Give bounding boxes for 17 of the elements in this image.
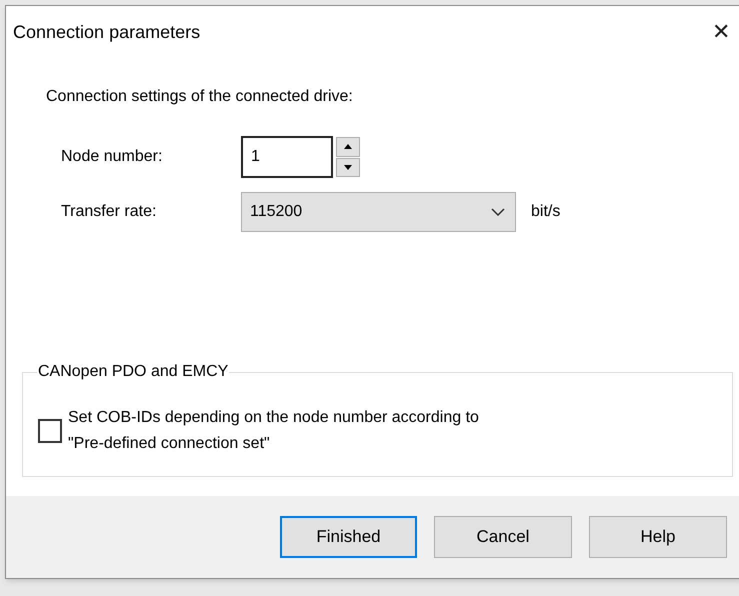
dialog-button[interactable]: Cancel bbox=[434, 516, 572, 558]
field-label: Transfer rate: bbox=[61, 202, 158, 222]
checkbox[interactable] bbox=[38, 419, 62, 443]
node-number-field[interactable]: 1 bbox=[241, 136, 333, 178]
checkbox-label: Set COB-IDs depending on the node number according to "Pre-defined connection set" bbox=[68, 408, 479, 454]
close-button[interactable]: ✕ bbox=[706, 17, 736, 47]
window-title: Connection parameters bbox=[13, 20, 200, 44]
unit-label: bit/s bbox=[531, 202, 560, 222]
dialog-button[interactable]: Finished bbox=[280, 516, 417, 558]
dialog-button[interactable]: Help bbox=[589, 516, 727, 558]
field-label: Node number: bbox=[61, 147, 164, 167]
chevron-down-icon bbox=[491, 208, 505, 216]
spinner-control[interactable] bbox=[336, 137, 360, 177]
transfer-rate-dropdown[interactable]: 115200 bbox=[241, 192, 516, 232]
down-arrow-icon bbox=[344, 164, 352, 170]
up-arrow-icon bbox=[344, 144, 352, 150]
intro-text: Connection settings of the connected drive: bbox=[46, 88, 353, 105]
